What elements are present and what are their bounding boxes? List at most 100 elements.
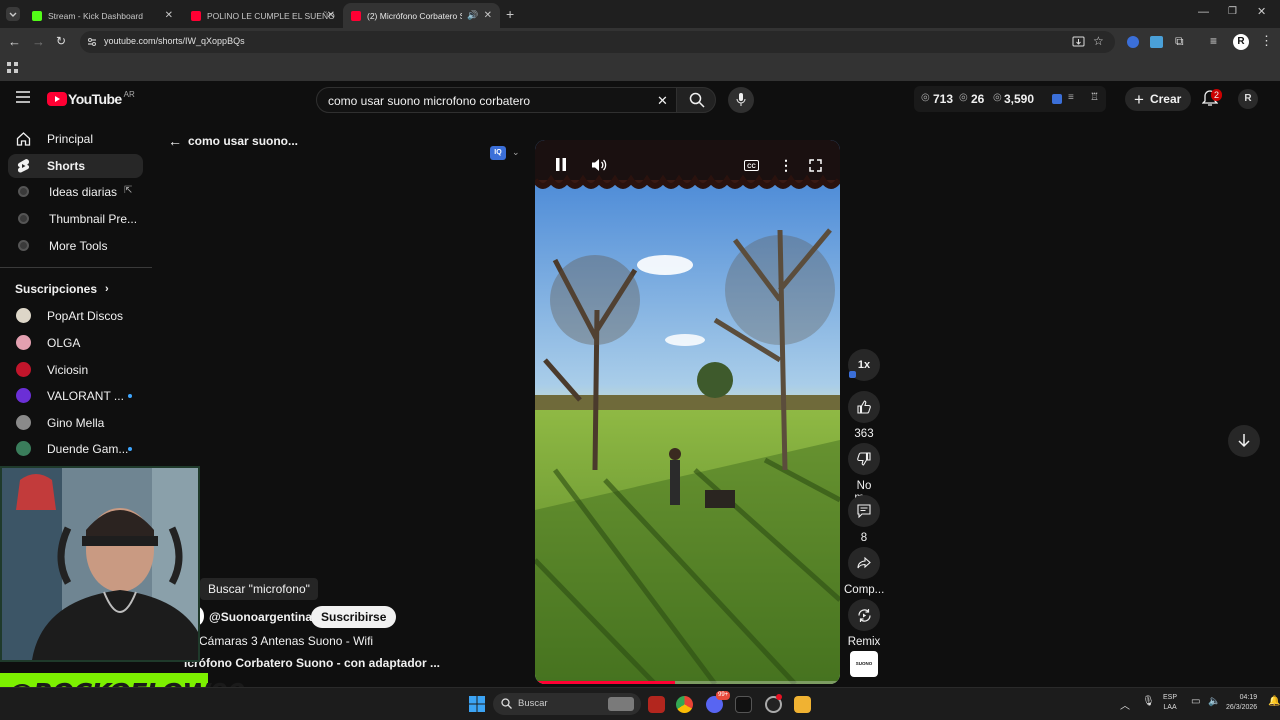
chevron-up-icon[interactable]: ︿ (1120, 697, 1130, 712)
sidebar-item-thumbnail-preview[interactable]: Thumbnail Pre... (8, 207, 143, 231)
notifications-icon[interactable]: 🔔 (1268, 696, 1280, 707)
audio-playing-icon[interactable]: 🔊 (467, 10, 478, 21)
channel-avatar (16, 335, 31, 350)
voice-search-button[interactable] (728, 87, 754, 113)
next-short-button[interactable] (1228, 425, 1260, 457)
list-icon[interactable]: ≡ (1068, 92, 1074, 103)
youtube-logo[interactable]: YouTube AR (47, 89, 135, 107)
file-explorer-icon[interactable] (794, 696, 811, 713)
country-code: AR (123, 89, 135, 99)
plus-icon: + (1134, 89, 1144, 109)
apps-grid-icon[interactable] (7, 62, 18, 73)
reading-list-icon[interactable]: ≡ (1210, 34, 1217, 48)
like-button[interactable]: 363 (848, 391, 880, 440)
share-button[interactable]: Comp... (844, 547, 884, 596)
browser-tab-polino[interactable]: POLINO LE CUMPLE EL SUEÑO ✕ (183, 3, 343, 28)
browser-tab-kick[interactable]: Stream - Kick Dashboard ✕ (24, 3, 181, 28)
trophy-icon[interactable]: ♖ (1090, 92, 1099, 103)
shorts-video-player[interactable]: CC ⋮ (535, 140, 840, 684)
playback-speed-button[interactable]: 1x (848, 349, 880, 381)
subscribe-button[interactable]: Suscribirse (311, 606, 397, 628)
browser-menu-icon[interactable]: ⋮ (1260, 33, 1273, 49)
microphone-icon[interactable]: 🎙 (1142, 696, 1155, 707)
short-title[interactable]: icrófono Corbatero Suono - con adaptador… (184, 656, 440, 670)
chrome-icon[interactable] (676, 696, 693, 713)
install-app-icon[interactable] (1072, 35, 1085, 48)
new-tab-icon[interactable]: + (506, 6, 514, 22)
youtube-play-icon (47, 92, 67, 106)
restore-icon[interactable]: ❐ (1228, 6, 1237, 17)
sidebar-item-ideas-diarias[interactable]: Ideas diarias ⇱ (8, 180, 143, 204)
notifications-count-badge: 2 (1211, 89, 1223, 101)
extension-icon (18, 186, 29, 197)
tab-search-icon[interactable] (6, 7, 20, 21)
browser-tab-active[interactable]: (2) Micrófono Corbatero Su 🔊 ✕ (343, 3, 500, 28)
sidebar-item-shorts[interactable]: Shorts (8, 154, 143, 178)
stat-value: 713 (933, 92, 954, 106)
minimize-icon[interactable]: — (1198, 6, 1209, 18)
more-options-icon[interactable]: ⋮ (779, 157, 793, 174)
app-icon[interactable] (648, 696, 665, 713)
share-label: Comp... (844, 584, 885, 596)
back-to-results[interactable]: ← como usar suono... (168, 133, 298, 149)
capcut-icon[interactable] (735, 696, 752, 713)
short-description-line[interactable]: Cámaras 3 Antenas Suono - Wifi (199, 634, 373, 648)
reload-icon[interactable]: ↻ (56, 34, 66, 48)
volume-icon[interactable] (591, 158, 607, 172)
comments-button[interactable]: 8 (848, 495, 880, 544)
bookmark-star-icon[interactable]: ☆ (1093, 34, 1104, 48)
back-icon[interactable]: ← (8, 34, 21, 49)
close-window-icon[interactable]: ✕ (1257, 5, 1266, 18)
kick-icon (32, 10, 42, 21)
close-tab-icon[interactable]: ✕ (327, 10, 335, 21)
back-query-text: como usar suono... (188, 134, 299, 148)
iq-icon[interactable] (1052, 94, 1062, 104)
site-info-icon[interactable] (86, 36, 98, 48)
clock-date: 26/3/2026 (1226, 704, 1258, 711)
create-button[interactable]: + Crear (1125, 87, 1191, 111)
extension-iq-icon[interactable] (1127, 36, 1139, 48)
extension-board-icon[interactable] (1150, 36, 1163, 48)
channel-handle[interactable]: @Suonoargentina (209, 610, 312, 624)
sidebar-item-label: Principal (47, 132, 94, 146)
sound-source-thumbnail[interactable]: SUONO (850, 651, 878, 677)
sidebar-item-more-tools[interactable]: More Tools (8, 234, 143, 258)
search-button[interactable] (676, 87, 716, 113)
captions-icon[interactable]: CC (744, 160, 759, 171)
fullscreen-icon[interactable] (809, 159, 822, 172)
remix-button[interactable]: Remix (844, 599, 884, 648)
search-suggestion-chip[interactable]: Buscar "microfono" (200, 578, 318, 600)
search-input[interactable]: como usar suono microfono corbatero ✕ (316, 87, 678, 113)
clock[interactable]: 04:19 26/3/2026 (1226, 693, 1257, 713)
clear-search-icon[interactable]: ✕ (657, 93, 668, 109)
iq-badge-icon (849, 371, 856, 378)
iq-extension-button[interactable]: IQ (490, 146, 506, 160)
youtube-icon (191, 10, 201, 21)
live-indicator (128, 447, 132, 451)
volume-icon[interactable]: 🔈 (1208, 696, 1220, 707)
close-tab-icon[interactable]: ✕ (484, 10, 492, 21)
profile-avatar-icon[interactable]: R (1233, 34, 1249, 50)
close-tab-icon[interactable]: ✕ (165, 10, 173, 21)
channel-name: Duende Gam... (47, 442, 129, 456)
channel-name: Gino Mella (47, 416, 105, 430)
tab-title: (2) Micrófono Corbatero Su (367, 10, 462, 21)
browser-toolbar: ← → ↻ youtube.com/shorts/IW_qXoppBQs ☆ ⧉… (0, 28, 1280, 56)
like-count: 363 (854, 428, 874, 440)
chevron-down-icon[interactable]: ⌄ (512, 147, 520, 158)
forward-icon[interactable]: → (32, 34, 45, 49)
windows-start-icon[interactable] (469, 696, 485, 712)
extensions-puzzle-icon[interactable]: ⧉ (1175, 34, 1184, 49)
hamburger-menu-icon[interactable] (16, 91, 30, 103)
microphone-icon (736, 93, 746, 106)
sidebar-item-principal[interactable]: Principal (8, 127, 143, 151)
address-bar[interactable]: youtube.com/shorts/IW_qXoppBQs ☆ (80, 31, 1115, 53)
taskbar-search-box[interactable]: Buscar (493, 693, 641, 715)
account-avatar[interactable]: R (1238, 89, 1258, 109)
pause-icon[interactable] (555, 158, 567, 171)
language-indicator[interactable]: ESP LAA (1163, 693, 1177, 713)
notification-badge: 99+ (716, 691, 731, 700)
video-progress-track[interactable] (535, 681, 840, 684)
network-icon[interactable]: ▭ (1191, 696, 1200, 707)
subscriptions-header[interactable]: Suscripciones › (15, 282, 109, 296)
